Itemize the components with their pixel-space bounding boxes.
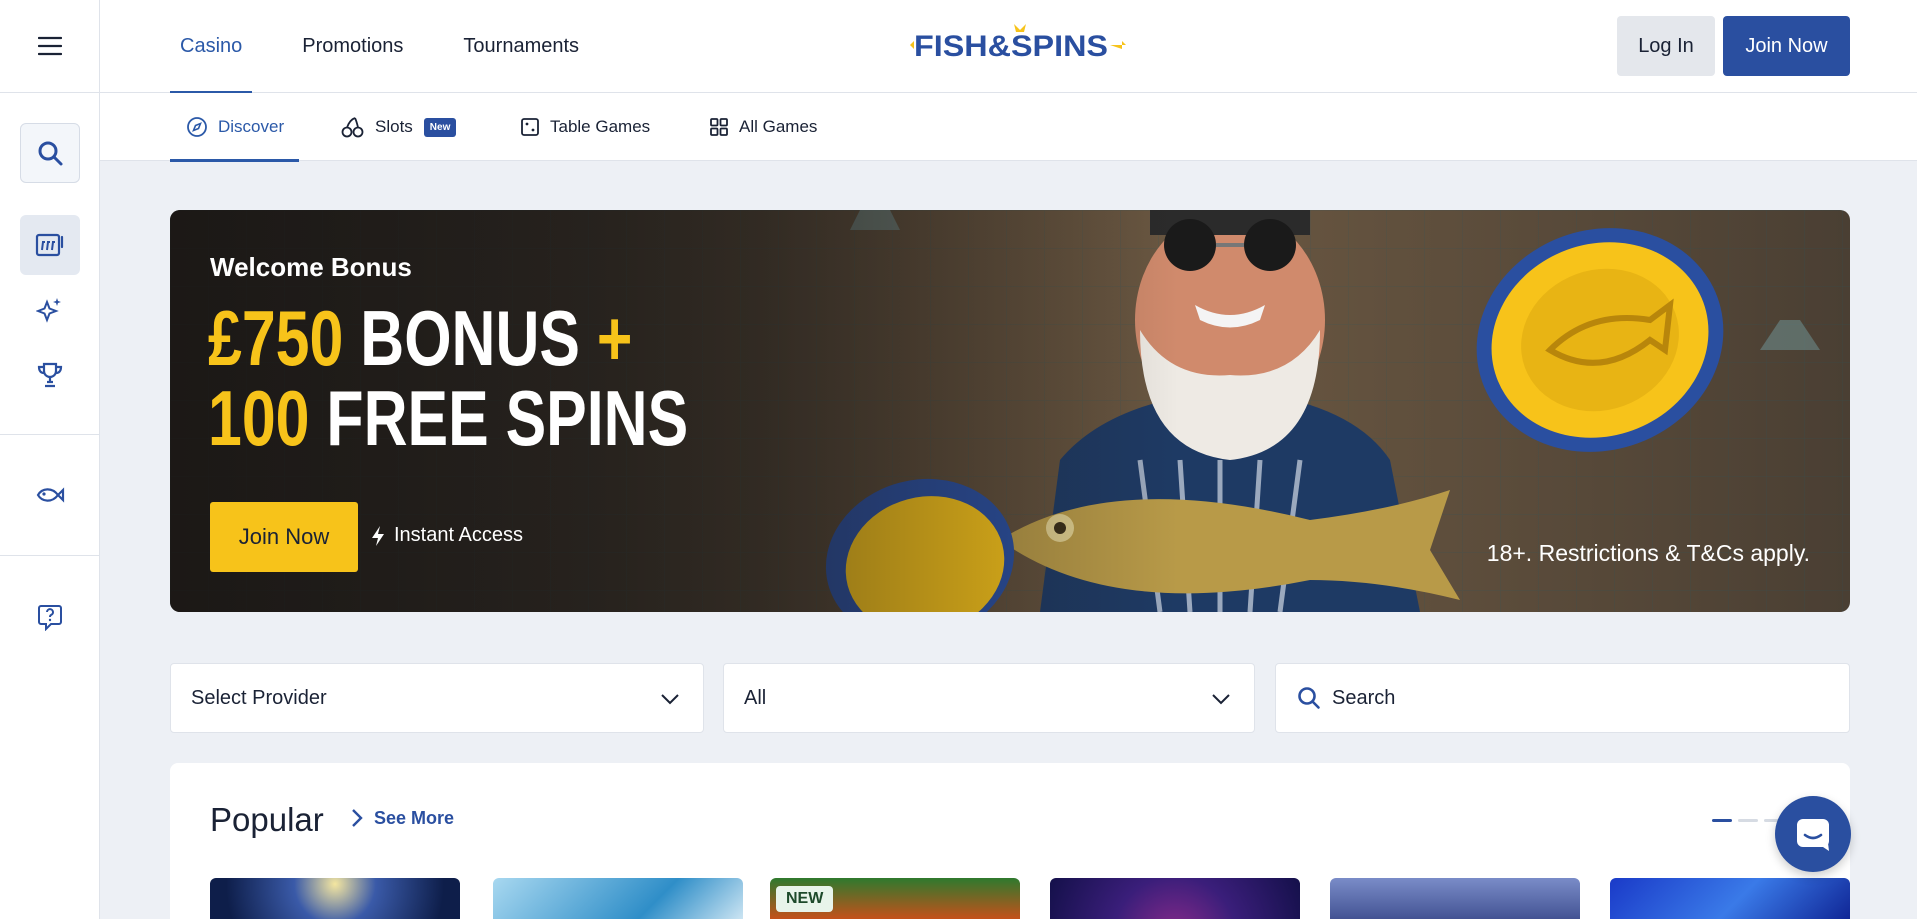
rail-casino-button[interactable] xyxy=(20,215,80,275)
fish-icon xyxy=(36,487,65,503)
rail-promotions-button[interactable] xyxy=(20,280,80,340)
lightning-icon xyxy=(372,525,384,546)
search-placeholder: Search xyxy=(1332,686,1396,709)
tab-slots[interactable]: Slots New xyxy=(341,93,457,161)
trophy-icon xyxy=(37,362,63,388)
dice-icon xyxy=(521,118,539,136)
chevron-right-icon xyxy=(352,809,363,827)
fish-and-spins-logo[interactable]: FISH&SPINS xyxy=(896,20,1126,70)
game-tile[interactable] xyxy=(210,878,460,919)
tab-discover-label: Discover xyxy=(218,117,285,136)
hero-join-now-button[interactable]: Join Now xyxy=(210,502,358,572)
compass-icon xyxy=(187,117,207,137)
hero-bonus-word: BONUS xyxy=(343,294,580,382)
help-icon xyxy=(38,605,62,631)
rail-help-button[interactable] xyxy=(20,587,80,647)
nav-casino[interactable]: Casino xyxy=(170,0,253,94)
hamburger-icon xyxy=(38,36,62,56)
hero-amount: £750 xyxy=(208,294,344,382)
new-badge: New xyxy=(423,117,457,137)
tab-table-games-label: Table Games xyxy=(550,117,651,136)
carousel-dot[interactable] xyxy=(1738,819,1758,822)
join-now-button[interactable]: Join Now xyxy=(1723,16,1850,76)
chevron-down-icon xyxy=(1212,694,1230,705)
popular-title: Popular xyxy=(210,801,324,838)
welcome-bonus-banner[interactable]: Welcome Bonus £750 BONUS + 100 FREE SPIN… xyxy=(170,210,1850,612)
game-tile[interactable] xyxy=(1610,878,1850,919)
game-search-input[interactable]: Search xyxy=(1275,663,1850,733)
category-select-value: All xyxy=(744,686,767,709)
popular-section: Popular See More NEW xyxy=(170,763,1850,919)
tab-discover[interactable]: Discover xyxy=(169,93,300,162)
provider-select[interactable]: Select Provider xyxy=(170,663,704,733)
hero-headline: £750 BONUS + 100 FREE SPINS xyxy=(208,298,688,458)
game-tile[interactable] xyxy=(493,878,743,919)
instant-access: Instant Access xyxy=(370,524,523,547)
main-nav: Casino Promotions Tournaments xyxy=(170,0,629,94)
terms-text: 18+. Restrictions & T&Cs apply. xyxy=(1486,540,1810,566)
instant-access-label: Instant Access xyxy=(394,524,523,546)
rail-tournaments-button[interactable] xyxy=(20,345,80,405)
grid-icon xyxy=(710,118,728,136)
chat-icon xyxy=(1797,819,1829,851)
tab-all-games[interactable]: All Games xyxy=(709,93,817,161)
login-button[interactable]: Log In xyxy=(1617,16,1715,76)
tab-table-games[interactable]: Table Games xyxy=(520,93,650,161)
category-select[interactable]: All xyxy=(723,663,1255,733)
new-game-tag: NEW xyxy=(776,886,834,912)
hero-free-spins: FREE SPINS xyxy=(309,374,689,462)
game-tile[interactable]: NEW xyxy=(770,878,1020,919)
slot-machine-icon xyxy=(35,233,64,257)
game-tile[interactable] xyxy=(1330,878,1580,919)
logo-wordmark: FISH&SPINS xyxy=(914,30,1108,63)
rail-search-button[interactable] xyxy=(20,123,80,183)
top-header: Casino Promotions Tournaments FISH&SPINS… xyxy=(100,0,1917,94)
see-more-link[interactable]: See More xyxy=(350,807,454,829)
game-tile[interactable] xyxy=(1050,878,1300,919)
left-rail xyxy=(0,0,100,919)
nav-promotions[interactable]: Promotions xyxy=(292,0,413,93)
search-icon xyxy=(1298,687,1320,709)
carousel-dot[interactable] xyxy=(1712,819,1732,822)
hero-plus: + xyxy=(579,294,633,382)
tab-all-games-label: All Games xyxy=(739,117,818,136)
sub-nav: Discover Slots New Table Games All Games xyxy=(100,93,1917,162)
hero-spins-count: 100 xyxy=(208,374,310,462)
live-chat-button[interactable] xyxy=(1775,796,1851,872)
search-icon xyxy=(38,141,63,166)
see-more-label: See More xyxy=(374,807,455,828)
hamburger-menu-button[interactable] xyxy=(0,0,100,93)
hero-welcome-label: Welcome Bonus xyxy=(210,252,412,282)
rail-fish-button[interactable] xyxy=(20,465,80,525)
provider-select-value: Select Provider xyxy=(191,686,327,709)
cherries-icon xyxy=(341,117,364,138)
sparkles-icon xyxy=(36,298,61,323)
nav-tournaments[interactable]: Tournaments xyxy=(453,0,589,93)
chevron-down-icon xyxy=(661,694,679,705)
tab-slots-label: Slots xyxy=(375,117,413,136)
